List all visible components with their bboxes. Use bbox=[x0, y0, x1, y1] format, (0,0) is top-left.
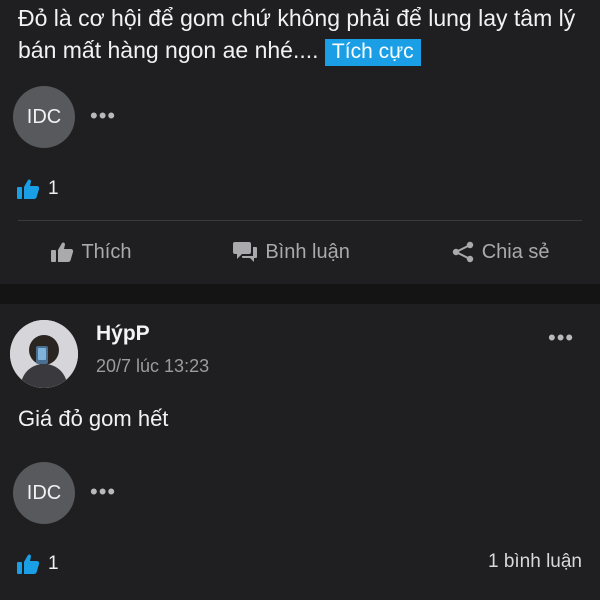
like-count-row[interactable]: 1 bbox=[16, 178, 59, 200]
post-separator bbox=[0, 284, 600, 304]
comment-button[interactable]: Bình luận bbox=[232, 241, 350, 264]
like-count-row[interactable]: 1 bbox=[16, 553, 59, 575]
post-text: Đỏ là cơ hội để gom chứ không phải để lu… bbox=[18, 2, 588, 68]
post-body-text: Đỏ là cơ hội để gom chứ không phải để lu… bbox=[18, 5, 576, 63]
user-photo-icon bbox=[10, 320, 78, 388]
user-avatar[interactable] bbox=[10, 320, 78, 388]
share-button[interactable]: Chia sẻ bbox=[451, 240, 550, 264]
idc-avatar[interactable]: IDC bbox=[13, 86, 75, 148]
like-count: 1 bbox=[48, 178, 59, 199]
comment-icon bbox=[233, 242, 258, 262]
divider bbox=[18, 220, 582, 221]
thumb-up-icon bbox=[51, 242, 74, 262]
like-icon bbox=[17, 554, 40, 574]
author-name[interactable]: HýpP bbox=[96, 322, 150, 346]
more-dots-icon[interactable]: ••• bbox=[90, 481, 116, 503]
idc-avatar-label: IDC bbox=[26, 481, 62, 504]
sentiment-tag[interactable]: Tích cực bbox=[324, 39, 421, 66]
comment-button-label: Bình luận bbox=[265, 240, 350, 263]
like-count: 1 bbox=[48, 553, 59, 574]
more-dots-icon[interactable]: ••• bbox=[90, 105, 116, 127]
idc-avatar-label: IDC bbox=[26, 105, 62, 128]
idc-avatar[interactable]: IDC bbox=[13, 462, 75, 524]
share-button-label: Chia sẻ bbox=[481, 240, 550, 263]
comment-count-link[interactable]: 1 bình luận bbox=[488, 551, 582, 573]
like-icon bbox=[17, 179, 40, 199]
post-text: Giá đỏ gom hết bbox=[18, 406, 169, 431]
post-timestamp: 20/7 lúc 13:23 bbox=[96, 356, 210, 376]
share-icon bbox=[452, 241, 473, 263]
like-button-label: Thích bbox=[81, 240, 132, 263]
like-button[interactable]: Thích bbox=[50, 241, 131, 264]
action-bar: Thích Bình luận Chia sẻ bbox=[0, 232, 600, 272]
post-options-icon[interactable]: ••• bbox=[548, 327, 574, 349]
